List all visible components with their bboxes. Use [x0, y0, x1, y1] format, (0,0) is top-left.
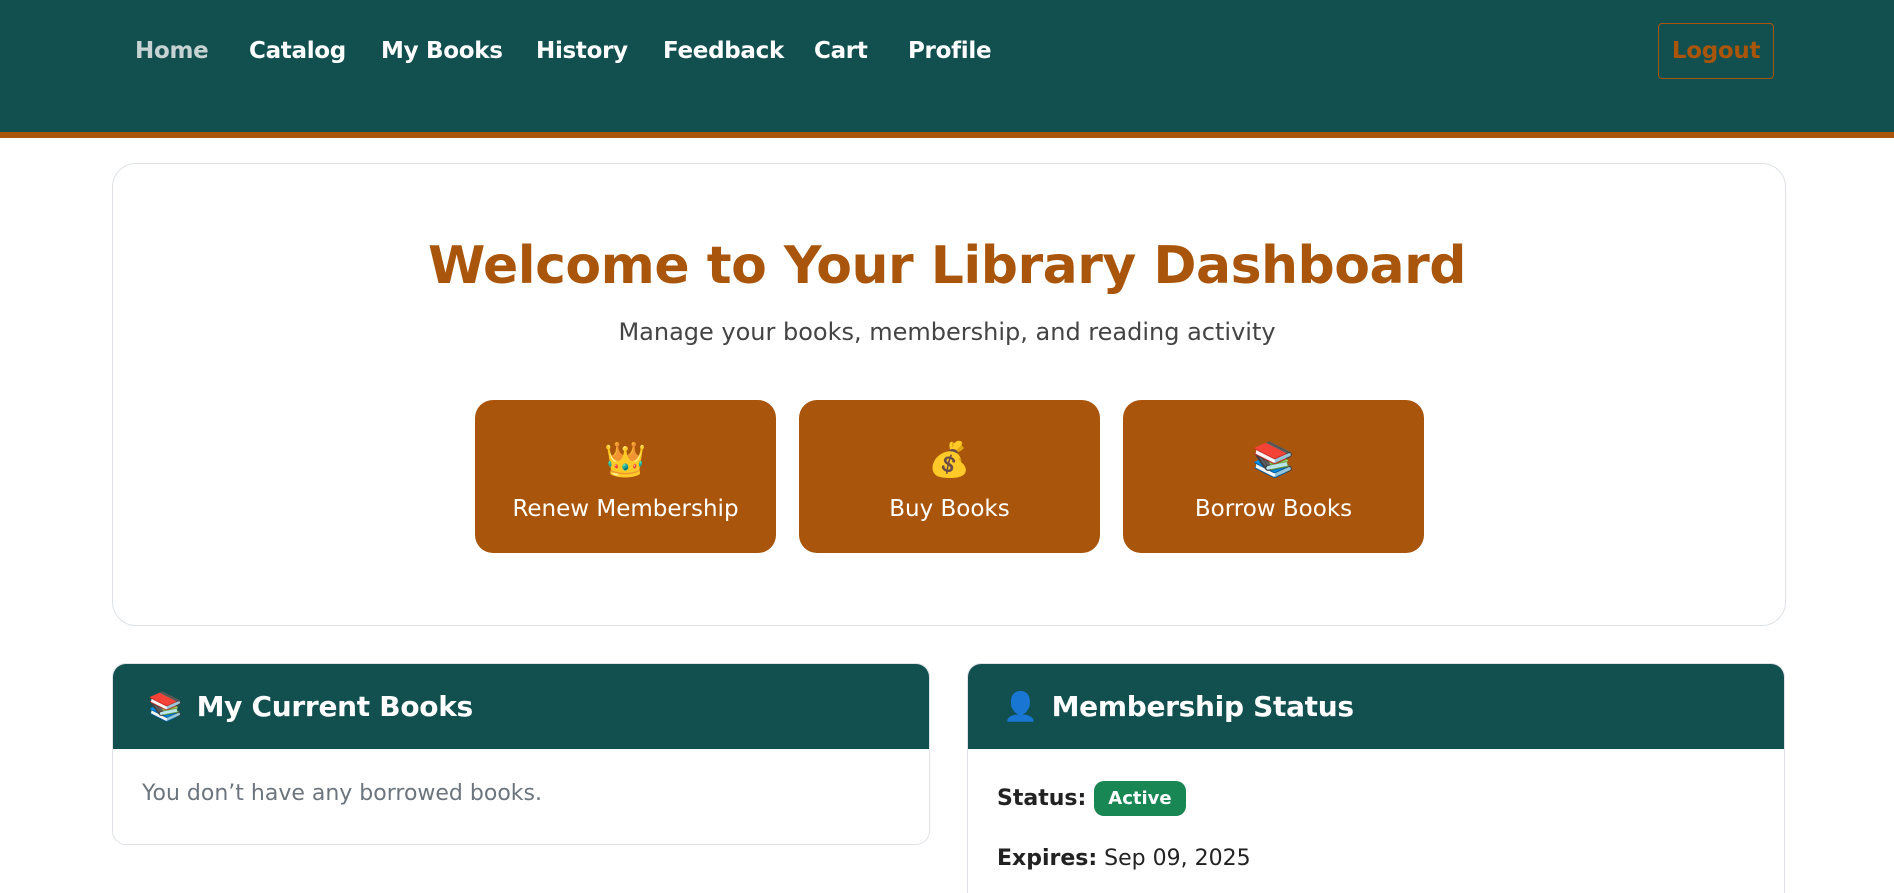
- expires-row: Expires: Sep 09, 2025: [997, 846, 1755, 871]
- page-title: Welcome to Your Library Dashboard: [428, 236, 1466, 296]
- logout-button[interactable]: Logout: [1658, 23, 1774, 79]
- empty-books-message: You don’t have any borrowed books.: [142, 781, 542, 806]
- current-books-header: 📚 My Current Books: [113, 664, 929, 749]
- membership-body: Status: Active Expires: Sep 09, 2025: [968, 749, 1784, 893]
- borrow-books-button[interactable]: 📚 Borrow Books: [1123, 400, 1424, 553]
- nav-profile-link[interactable]: Profile: [908, 38, 992, 64]
- nav-feedback-link[interactable]: Feedback: [663, 38, 784, 64]
- money-bag-icon: 💰: [928, 440, 971, 480]
- renew-membership-label: Renew Membership: [512, 496, 739, 522]
- current-books-panel: 📚 My Current Books You don’t have any bo…: [112, 663, 930, 845]
- renew-membership-button[interactable]: 👑 Renew Membership: [475, 400, 776, 553]
- nav-cart-link[interactable]: Cart: [814, 38, 868, 64]
- membership-header: 👤 Membership Status: [968, 664, 1784, 749]
- current-books-title: My Current Books: [196, 690, 474, 723]
- buy-books-button[interactable]: 💰 Buy Books: [799, 400, 1100, 553]
- status-label: Status:: [997, 786, 1087, 811]
- borrow-books-label: Borrow Books: [1194, 496, 1353, 522]
- top-navbar: Home Catalog My Books History Feedback C…: [0, 0, 1894, 138]
- current-books-body: You don’t have any borrowed books.: [113, 749, 929, 838]
- membership-title: Membership Status: [1051, 690, 1355, 723]
- expires-label: Expires:: [997, 846, 1098, 871]
- welcome-card: [112, 163, 1786, 626]
- buy-books-label: Buy Books: [889, 496, 1010, 522]
- page-subtitle: Manage your books, membership, and readi…: [618, 318, 1276, 346]
- nav-history-link[interactable]: History: [536, 38, 628, 64]
- books-icon: 📚: [148, 690, 183, 723]
- nav-my-books-link[interactable]: My Books: [381, 38, 503, 64]
- status-row: Status: Active: [997, 781, 1755, 816]
- nav-catalog-link[interactable]: Catalog: [249, 38, 346, 64]
- expires-value: Sep 09, 2025: [1104, 846, 1251, 871]
- books-icon: 📚: [1252, 440, 1295, 480]
- crown-icon: 👑: [604, 440, 647, 480]
- user-icon: 👤: [1003, 690, 1038, 723]
- nav-home-link[interactable]: Home: [135, 38, 209, 64]
- status-badge: Active: [1094, 781, 1186, 816]
- membership-status-panel: 👤 Membership Status Status: Active Expir…: [967, 663, 1785, 893]
